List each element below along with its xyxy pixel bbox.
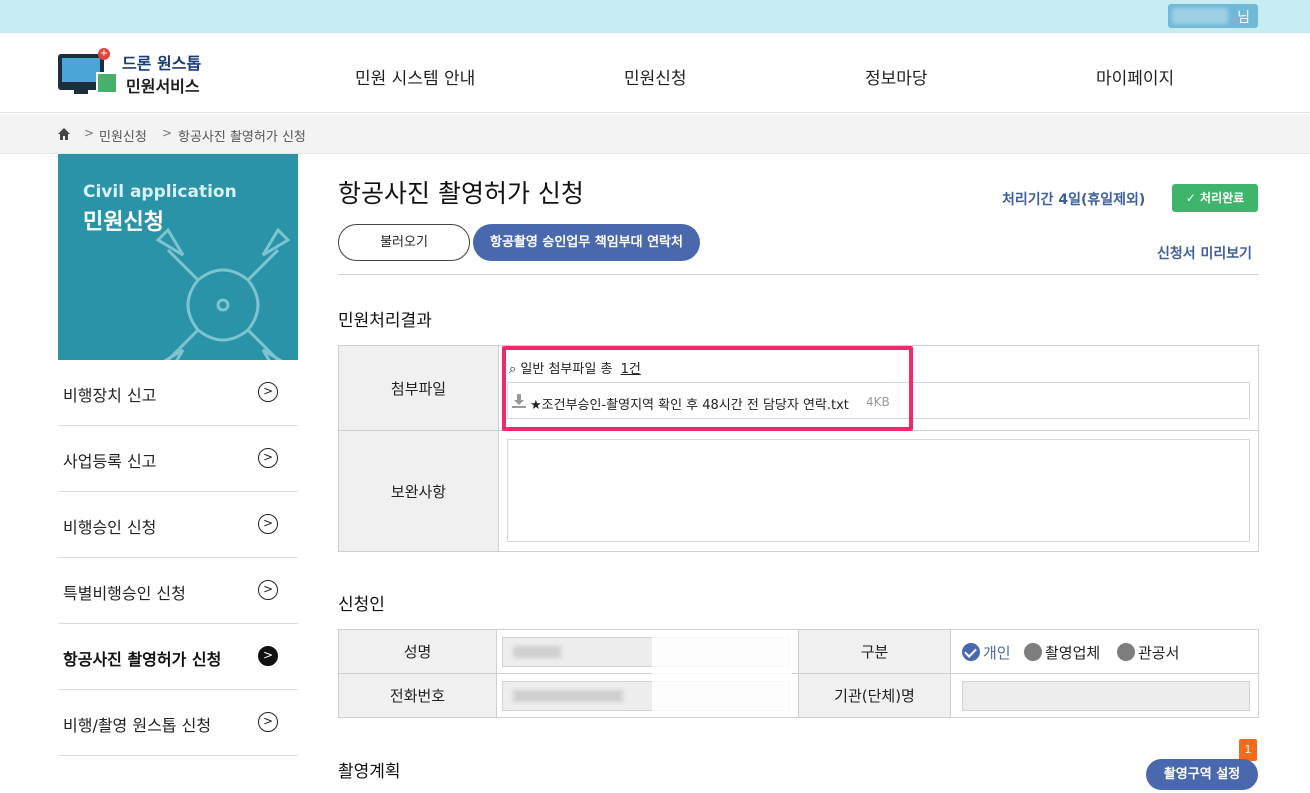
contact-button[interactable]: 항공촬영 승인업무 책임부대 연락처 [473,224,700,261]
memo-textarea[interactable] [507,439,1250,542]
zone-count-badge: 1 [1239,739,1257,761]
sidebar-item-aerial-photo[interactable]: 항공사진 촬영허가 신청 > [58,624,298,690]
chevron-right-icon: > [258,448,278,468]
sidebar-item-label: 사업등록 신고 [63,452,157,471]
home-icon[interactable] [58,128,70,140]
sidebar-item-special-flight[interactable]: 특별비행승인 신청 > [58,558,298,624]
section-title-plan: 촬영계획 [338,762,401,782]
breadcrumb-separator: > [162,126,173,140]
nav-info[interactable]: 정보마당 [865,64,928,89]
sidebar-item-label: 특별비행승인 신청 [63,584,186,603]
breadcrumb: > 민원신청 > 항공사진 촬영허가 신청 [0,114,1310,154]
name-label: 성명 [338,629,497,674]
page-title: 항공사진 촬영허가 신청 [338,179,584,208]
preview-link[interactable]: 신청서 미리보기 [1157,243,1252,263]
nav-mypage[interactable]: 마이페이지 [1096,64,1174,89]
sidebar-banner-en: Civil application [83,182,237,202]
chevron-right-icon: > [258,646,278,666]
phone-value-blurred [513,690,623,702]
attach-label: 첨부파일 [338,345,499,431]
radio-company[interactable]: 촬영업체 [1024,642,1100,663]
document-icon [96,72,118,94]
sidebar-item-onestop[interactable]: 비행/촬영 원스톱 신청 > [58,690,298,756]
type-label: 구분 [798,629,951,674]
breadcrumb-item-current: 항공사진 촬영허가 신청 [178,130,306,145]
radio-icon [1117,643,1135,661]
status-badge: ✓ 처리완료 [1172,184,1258,212]
logo-line2: 민원서비스 [126,77,200,96]
zone-setting-button[interactable]: 촬영구역 설정 [1146,759,1258,790]
chevron-right-icon: > [258,382,278,402]
redaction-mask [652,632,792,712]
radio-icon [1024,643,1042,661]
section-title-applicant: 신청인 [338,595,385,615]
radio-government[interactable]: 관공서 [1117,642,1179,663]
section-title-result: 민원처리결과 [338,311,432,331]
sidebar-item-label: 비행/촬영 원스톱 신청 [63,716,212,735]
logo-line1: 드론 원스톱 [122,54,202,73]
check-square-icon: ✓ [1185,191,1196,205]
user-badge[interactable]: 님 [1168,4,1258,28]
chevron-right-icon: > [258,514,278,534]
divider [338,274,1258,275]
chevron-right-icon: > [258,712,278,732]
radio-checked-icon [962,643,980,661]
sidebar-item-label: 항공사진 촬영허가 신청 [63,650,222,669]
org-label: 기관(단체)명 [798,673,951,718]
nav-civil-application[interactable]: 민원신청 [624,64,687,89]
processing-period: 처리기간 4일(휴일제외) [1002,192,1146,208]
monitor-stand [74,90,88,94]
nav-system-guide[interactable]: 민원 시스템 안내 [355,64,475,89]
memo-label: 보완사항 [338,430,499,552]
load-button[interactable]: 불러오기 [338,224,470,261]
top-utility-bar: 님 [0,0,1310,33]
plus-icon: + [98,48,110,60]
sidebar-item-business-report[interactable]: 사업등록 신고 > [58,426,298,492]
name-value-blurred [513,646,561,658]
breadcrumb-separator: > [84,126,95,140]
org-name-field[interactable] [962,681,1250,711]
phone-label: 전화번호 [338,673,497,718]
status-badge-label: 처리완료 [1200,191,1245,205]
radio-label: 개인 [983,644,1011,662]
radio-individual[interactable]: 개인 [962,642,1011,663]
radio-label: 촬영업체 [1045,644,1101,662]
sidebar-item-label: 비행승인 신청 [63,518,157,537]
sidebar-banner: Civil application 민원신청 [58,154,298,360]
user-name-blurred [1172,8,1228,24]
breadcrumb-item[interactable]: 민원신청 [99,126,147,145]
user-suffix: 님 [1237,10,1250,26]
sidebar-item-device-report[interactable]: 비행장치 신고 > [58,360,298,426]
sidebar-item-flight-approval[interactable]: 비행승인 신청 > [58,492,298,558]
site-logo[interactable]: + 드론 원스톱 민원서비스 [58,48,218,98]
site-header: + 드론 원스톱 민원서비스 민원 시스템 안내 민원신청 정보마당 마이페이지 [0,33,1310,113]
chevron-right-icon: > [258,580,278,600]
highlight-box [502,346,913,431]
radio-label: 관공서 [1138,644,1180,662]
sidebar-item-label: 비행장치 신고 [63,386,157,405]
drone-illustration [155,227,291,360]
